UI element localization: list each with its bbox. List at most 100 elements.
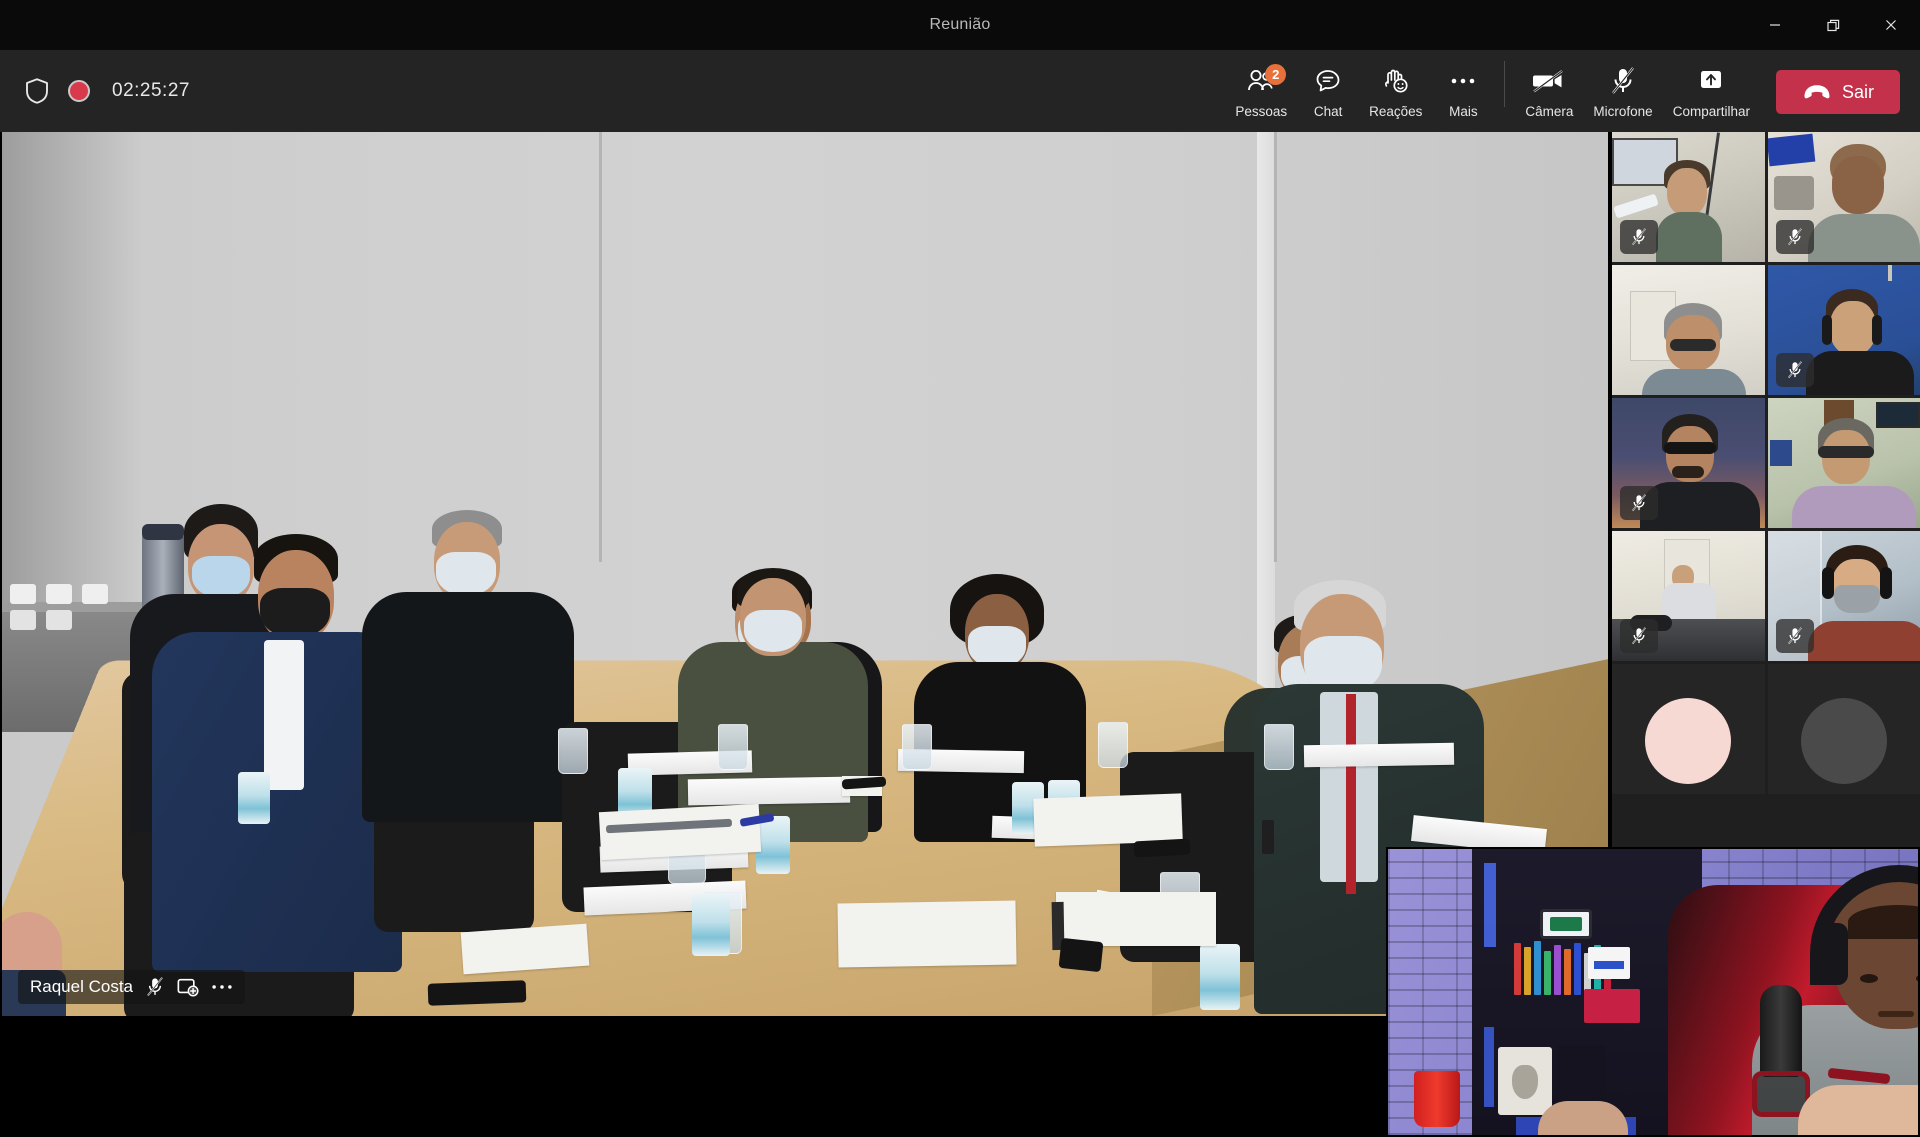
person-mouth [1878, 1011, 1914, 1017]
main-speaker-name-overlay: Raquel Costa [18, 970, 245, 1004]
mask-face [1512, 1065, 1538, 1099]
window-blind-seam [1274, 132, 1277, 562]
microphone-off-icon[interactable] [145, 976, 165, 998]
red-box [1584, 989, 1640, 1023]
more-options-icon[interactable] [211, 983, 233, 991]
people-label: Pessoas [1235, 104, 1287, 119]
cup [10, 610, 36, 630]
main-speaker-name: Raquel Costa [30, 977, 133, 997]
smartphone [1134, 839, 1191, 858]
participant-thumbnail[interactable] [1768, 265, 1920, 395]
chat-icon [1314, 64, 1342, 98]
restore-button[interactable] [1804, 0, 1862, 50]
headphone-earcup [1814, 923, 1848, 985]
share-screen-button[interactable]: Compartilhar [1663, 50, 1760, 132]
marker [1262, 820, 1274, 854]
close-button[interactable] [1862, 0, 1920, 50]
people-count-badge: 2 [1265, 64, 1286, 85]
water-bottle [692, 894, 730, 956]
microphone-toggle-button[interactable]: Microfone [1583, 50, 1662, 132]
toolbar-actions: 2 Pessoas Chat [1225, 50, 1920, 132]
thumbnail-mute-badge [1620, 619, 1658, 653]
shield-icon[interactable] [22, 76, 52, 106]
microphone-off-icon [1609, 64, 1637, 98]
main-speaker-video[interactable]: Raquel Costa [2, 132, 1608, 1016]
thumbnail-grid [1612, 132, 1920, 794]
participant-thumbnail-active-speaker[interactable] [1612, 265, 1765, 395]
water-glass [558, 728, 588, 774]
water-bottle [1200, 944, 1240, 1010]
person-hand [1538, 1101, 1628, 1135]
toolbar-divider [1504, 61, 1505, 107]
restore-icon [1826, 18, 1841, 33]
cup [46, 610, 72, 630]
microphone-off-icon [1786, 227, 1804, 247]
microphone-off-icon [1630, 227, 1648, 247]
water-glass [1098, 722, 1128, 768]
thumbnail-mute-badge [1776, 619, 1814, 653]
participant-thumbnail[interactable] [1612, 531, 1765, 661]
participant-thumbnail-no-video[interactable] [1768, 664, 1920, 794]
pin-video-icon[interactable] [177, 977, 199, 997]
smartphone [1059, 938, 1104, 972]
more-button[interactable]: Mais [1432, 50, 1494, 132]
cup [82, 584, 108, 604]
chat-label: Chat [1314, 104, 1343, 119]
camera-toggle-button[interactable]: Câmera [1515, 50, 1583, 132]
paper-sheet [1033, 793, 1183, 846]
chat-button[interactable]: Chat [1297, 50, 1359, 132]
minimize-button[interactable] [1746, 0, 1804, 50]
minimize-icon [1768, 18, 1782, 32]
hangup-icon [1802, 82, 1832, 102]
avatar [1645, 698, 1731, 784]
participant-thumbnail[interactable] [1612, 398, 1765, 528]
close-icon [1884, 18, 1898, 32]
water-glass [1264, 724, 1294, 770]
toolbar-status-group: 02:25:27 [0, 76, 190, 106]
participant-thumbnail[interactable] [1768, 398, 1920, 528]
participant-thumbnail[interactable] [1768, 531, 1920, 661]
window-blind-seam [599, 132, 602, 562]
cup [10, 584, 36, 604]
meeting-toolbar: 02:25:27 2 Pessoas [0, 50, 1920, 132]
shelf-led [1484, 1027, 1494, 1107]
meeting-timer: 02:25:27 [112, 80, 190, 102]
shirt [264, 640, 304, 790]
reactions-icon [1381, 64, 1411, 98]
camera-off-icon [1532, 64, 1566, 98]
leave-meeting-button[interactable]: Sair [1776, 70, 1900, 114]
participant-thumbnail-no-video[interactable] [1612, 664, 1765, 794]
name-placard [688, 777, 850, 806]
microphone-off-icon [1786, 360, 1804, 380]
avatar [1801, 698, 1887, 784]
microphone-off-icon [1786, 626, 1804, 646]
window-controls [1746, 0, 1920, 50]
person-hand [1798, 1085, 1918, 1135]
thumbnail-mute-badge [1620, 220, 1658, 254]
self-view-pip[interactable] [1386, 847, 1920, 1137]
person-eye [1860, 974, 1878, 983]
share-screen-label: Compartilhar [1673, 104, 1750, 119]
microphone-off-icon [1630, 493, 1648, 513]
leave-label: Sair [1842, 82, 1874, 103]
paper-sheet [1056, 892, 1216, 946]
water-glass [718, 724, 748, 770]
photo-content [1550, 917, 1582, 931]
thermos-cap [142, 524, 184, 540]
smartphone [428, 980, 527, 1005]
recording-dot-icon [68, 80, 90, 102]
participant-thumbnail[interactable] [1768, 132, 1920, 262]
microphone-label: Microfone [1593, 104, 1652, 119]
more-icon [1449, 64, 1477, 98]
reactions-label: Reações [1369, 104, 1422, 119]
participant-thumbnail[interactable] [1612, 132, 1765, 262]
people-button[interactable]: 2 Pessoas [1225, 50, 1297, 132]
reactions-button[interactable]: Reações [1359, 50, 1432, 132]
cup [46, 584, 72, 604]
shelf-led [1484, 863, 1496, 947]
window-blind-gap [1257, 132, 1275, 692]
water-glass [902, 724, 932, 770]
name-placard [1304, 743, 1454, 768]
microphone-off-icon [1630, 626, 1648, 646]
self-view-video [1388, 849, 1918, 1135]
